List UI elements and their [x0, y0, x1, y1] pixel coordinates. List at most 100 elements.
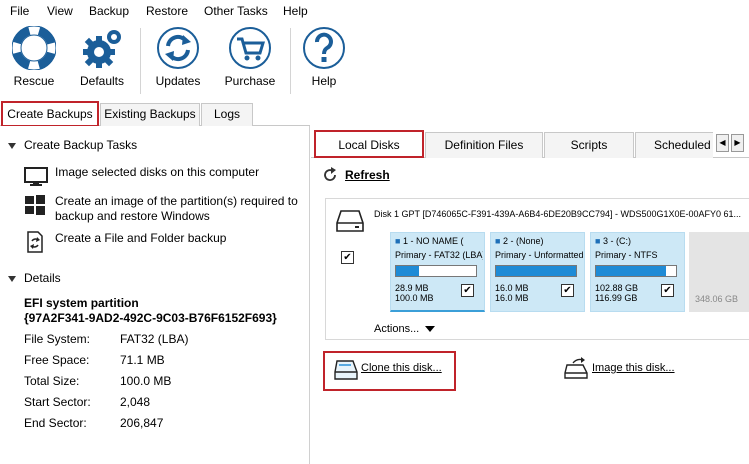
tab-scroll-right-icon[interactable]: ▶	[731, 134, 744, 152]
partition-type: Primary - NTFS	[595, 250, 658, 260]
clone-disk-icon	[334, 360, 358, 380]
partition-header: ■ 3 - (C:)	[595, 236, 631, 246]
task-image-windows[interactable]: Create an image of the partition(s) requ…	[24, 194, 304, 226]
chevron-down-icon	[425, 326, 436, 333]
tab-definition-files[interactable]: Definition Files	[425, 132, 543, 158]
task-file-folder-label: Create a File and Folder backup	[55, 231, 227, 245]
disk-title: Disk 1 GPT [D746065C-F391-439A-A6B4-6DE2…	[374, 209, 742, 219]
image-disk-icon	[564, 357, 588, 379]
hard-disk-icon	[336, 210, 364, 232]
partition-header: ■ 1 - NO NAME (	[395, 236, 464, 246]
question-mark-icon	[303, 27, 345, 69]
toolbar-separator	[290, 28, 291, 94]
backup-tasks-title: Create Backup Tasks	[24, 138, 138, 152]
details-heading[interactable]: Details	[8, 271, 61, 285]
rescue-button[interactable]: Rescue	[4, 26, 64, 98]
left-tab-bar: Create Backups Existing Backups Logs	[0, 101, 310, 127]
partition-checkbox[interactable]: ✔	[661, 284, 674, 297]
windows-partition-icon: ■	[595, 236, 601, 246]
detail-key: File System:	[24, 332, 91, 346]
clone-disk-link[interactable]: Clone this disk...	[361, 362, 442, 374]
menu-backup[interactable]: Backup	[89, 4, 129, 18]
partition-header: ■ 2 - (None)	[495, 236, 544, 246]
detail-key: End Sector:	[24, 416, 87, 430]
partition-1[interactable]: ■ 1 - NO NAME ( Primary - FAT32 (LBA) 28…	[390, 232, 485, 312]
tab-existing-backups[interactable]: Existing Backups	[100, 103, 200, 126]
unallocated-size: 348.06 GB	[695, 294, 739, 304]
detail-value: 71.1 MB	[120, 353, 165, 367]
backup-tasks-heading[interactable]: Create Backup Tasks	[8, 138, 137, 152]
detail-value: 2,048	[120, 395, 151, 409]
refresh-link[interactable]: Refresh	[345, 168, 390, 182]
menu-other-tasks[interactable]: Other Tasks	[204, 4, 268, 18]
tab-create-backups[interactable]: Create Backups	[1, 101, 99, 127]
detail-row: Start Sector: 2,048	[24, 395, 284, 410]
detail-row: File System: FAT32 (LBA)	[24, 332, 284, 347]
task-image-windows-label: Create an image of the partition(s) requ…	[55, 194, 298, 223]
detail-row: Total Size: 100.0 MB	[24, 374, 284, 389]
purchase-button[interactable]: Purchase	[220, 26, 280, 98]
menu-help[interactable]: Help	[283, 4, 308, 18]
partition-usage-fill	[396, 266, 420, 276]
detail-row: End Sector: 206,847	[24, 416, 284, 431]
partition-usage-bar	[595, 265, 677, 277]
monitor-icon	[24, 167, 48, 186]
partition-size: 102.88 GB 116.99 GB	[595, 283, 639, 303]
collapse-icon	[8, 275, 16, 282]
help-label: Help	[311, 74, 337, 88]
detail-value: FAT32 (LBA)	[120, 332, 189, 346]
partition-usage-fill	[496, 266, 576, 276]
tab-logs[interactable]: Logs	[201, 103, 253, 126]
menu-restore[interactable]: Restore	[146, 4, 188, 18]
partition-usage-bar	[395, 265, 477, 277]
task-image-disks[interactable]: Image selected disks on this computer	[24, 165, 304, 193]
tab-local-disks[interactable]: Local Disks	[314, 130, 424, 158]
gears-icon	[83, 30, 121, 68]
tab-scripts[interactable]: Scripts	[544, 132, 634, 158]
actions-label: Actions...	[374, 323, 420, 335]
partition-checkbox[interactable]: ✔	[561, 284, 574, 297]
partition-type: Primary - FAT32 (LBA)	[395, 250, 483, 260]
purchase-label: Purchase	[224, 74, 276, 88]
task-file-folder-backup[interactable]: Create a File and Folder backup	[24, 231, 304, 255]
tab-scroll-left-icon[interactable]: ◀	[716, 134, 729, 152]
detail-value: 206,847	[120, 416, 164, 430]
partition-usage-bar	[495, 265, 577, 277]
detail-row: Free Space: 71.1 MB	[24, 353, 284, 368]
detail-value: 100.0 MB	[120, 374, 172, 388]
defaults-button[interactable]: Defaults	[72, 26, 132, 98]
unallocated-space[interactable]: 348.06 GB	[689, 232, 749, 312]
shopping-cart-icon	[229, 27, 271, 69]
windows-partition-icon: ■	[395, 236, 401, 246]
menu-file[interactable]: File	[10, 4, 29, 18]
help-button[interactable]: Help	[294, 26, 354, 98]
detail-key: Total Size:	[24, 374, 80, 388]
partition-size: 16.0 MB 16.0 MB	[495, 283, 529, 303]
windows-partition-icon: ■	[495, 236, 501, 246]
detail-key: Start Sector:	[24, 395, 91, 409]
partition-name: EFI system partition	[24, 296, 139, 310]
partition-2[interactable]: ■ 2 - (None) Primary - Unformatted 16.0 …	[490, 232, 585, 312]
disk-card: Disk 1 GPT [D746065C-F391-439A-A6B4-6DE2…	[325, 198, 749, 340]
details-title: Details	[24, 271, 61, 285]
file-sync-icon	[27, 231, 43, 253]
toolbar-separator	[140, 28, 141, 94]
detail-key: Free Space:	[24, 353, 90, 367]
disk-checkbox[interactable]: ✔	[341, 251, 354, 264]
partition-usage-fill	[596, 266, 667, 276]
image-disk-link[interactable]: Image this disk...	[592, 362, 675, 374]
updates-button[interactable]: Updates	[148, 26, 208, 98]
toolbar: Rescue Defaults Updates Purchase Help	[0, 22, 749, 102]
partition-guid: {97A2F341-9AD2-492C-9C03-B76F6152F693}	[24, 311, 277, 325]
left-panel: Create Backup Tasks Image selected disks…	[0, 126, 310, 464]
partition-3[interactable]: ■ 3 - (C:) Primary - NTFS 102.88 GB 116.9…	[590, 232, 685, 312]
actions-dropdown[interactable]: Actions...	[374, 323, 436, 335]
tab-scheduled[interactable]: Scheduled	[635, 132, 713, 158]
partition-checkbox[interactable]: ✔	[461, 284, 474, 297]
menu-view[interactable]: View	[47, 4, 73, 18]
local-disks-panel: Refresh Disk 1 GPT [D746065C-F391-439A-A…	[311, 158, 749, 464]
defaults-label: Defaults	[79, 74, 125, 88]
collapse-icon	[8, 142, 16, 149]
refresh-arrows-icon	[157, 27, 199, 69]
windows-logo-icon	[25, 195, 45, 215]
